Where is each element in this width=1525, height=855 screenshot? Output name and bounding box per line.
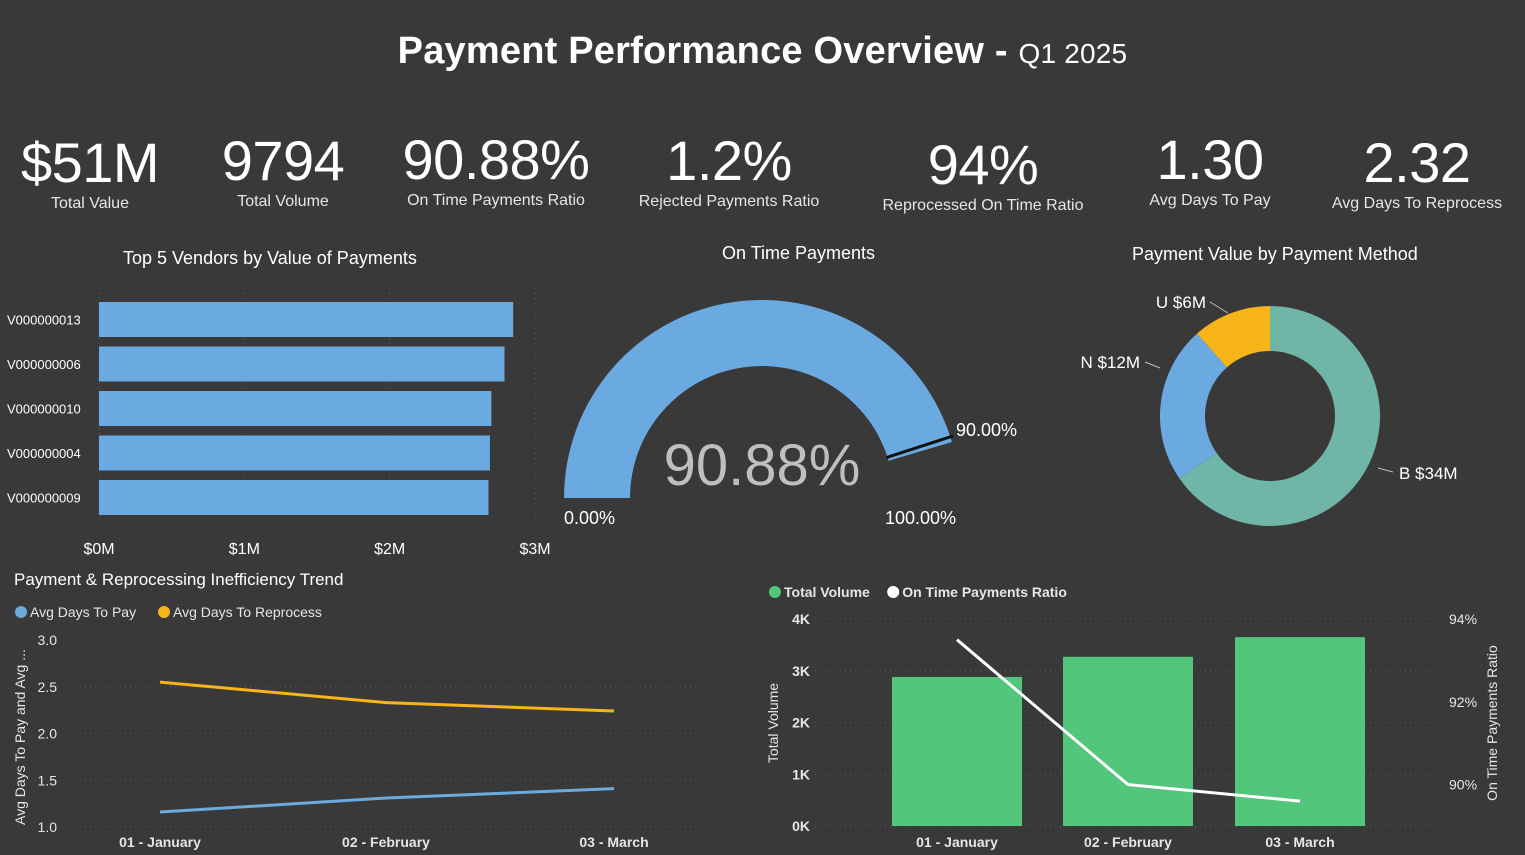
x-tick-label: 03 - March xyxy=(1265,834,1334,850)
vendors-chart-title: Top 5 Vendors by Value of Payments xyxy=(123,248,417,268)
y-tick-label: 1.5 xyxy=(38,772,58,788)
legend-marker xyxy=(887,586,900,598)
kpi-label: Total Volume xyxy=(237,193,329,210)
legend-label: Avg Days To Pay xyxy=(30,604,136,620)
donut-slice-label: N $12M xyxy=(1080,353,1140,372)
kpi-label: Avg Days To Reprocess xyxy=(1331,195,1503,212)
legend-marker xyxy=(15,606,27,618)
y-tick-label: 4K xyxy=(792,611,810,627)
kpi-total-value[interactable]: $51M Total Value xyxy=(10,133,170,213)
vendor-bar xyxy=(99,302,514,337)
page-title: Payment Performance Overview - Q1 2025 xyxy=(0,30,1525,73)
vendor-label: V000000010 xyxy=(7,402,81,417)
legend-marker xyxy=(769,586,781,598)
donut-slice-label: U $6M xyxy=(1156,293,1206,312)
legend-label: Total Volume xyxy=(784,584,870,600)
volume-bar xyxy=(1063,656,1193,826)
x-tick-label: $1M xyxy=(229,541,260,558)
kpi-label: Total Value xyxy=(51,195,129,212)
vendor-label: V000000009 xyxy=(7,491,81,506)
kpi-value: 9794 xyxy=(221,129,345,192)
legend-marker xyxy=(158,606,170,618)
kpi-value: 94% xyxy=(927,133,1039,196)
x-tick-label: $2M xyxy=(374,541,405,558)
kpi-value: 1.30 xyxy=(1156,128,1265,191)
vendor-bar xyxy=(99,435,490,471)
y-tick-label: 3.0 xyxy=(38,632,58,648)
kpi-avg-days-to-reprocess[interactable]: 2.32 Avg Days To Reprocess xyxy=(1322,133,1512,213)
vendor-bar xyxy=(99,391,492,426)
x-tick-label: 02 - February xyxy=(342,834,430,850)
kpi-value: 1.2% xyxy=(666,129,792,192)
y-tick-label: 2K xyxy=(792,715,810,731)
y-tick-label: 2.5 xyxy=(38,679,58,695)
kpi-reprocessed-ratio[interactable]: 94% Reprocessed On Time Ratio xyxy=(872,135,1094,215)
vendors-bar-chart[interactable]: $0M $1M $2M $3M V000000013 V000000006 V0000000… xyxy=(0,280,580,565)
x-tick-label: 01 - January xyxy=(119,834,201,850)
kpi-value: $51M xyxy=(20,131,160,194)
kpi-label: Rejected Payments Ratio xyxy=(638,193,820,210)
volume-ratio-combo-chart[interactable]: Total Volume On Time Payments Ratio 0K 1K 2K… xyxy=(755,578,1525,855)
title-main: Payment Performance Overview - xyxy=(397,30,1008,72)
series-line xyxy=(159,787,615,814)
y-tick-label: 0K xyxy=(792,818,810,834)
vendor-label: V000000004 xyxy=(7,446,81,461)
x-tick-label: 02 - February xyxy=(1084,834,1172,850)
inefficiency-trend-chart[interactable]: Avg Days To Pay Avg Days To Reprocess 1.0 1… xyxy=(0,595,720,855)
kpi-value: 90.88% xyxy=(402,128,590,191)
kpi-total-volume[interactable]: 9794 Total Volume xyxy=(203,131,363,211)
kpi-label: On Time Payments Ratio xyxy=(407,192,585,209)
y-axis-label: Avg Days To Pay and Avg ... xyxy=(12,649,28,825)
donut-leader-line xyxy=(1209,301,1229,314)
y-tick-label: 1K xyxy=(792,766,810,782)
kpi-label: Reprocessed On Time Ratio xyxy=(882,197,1084,214)
donut-leader-line xyxy=(1144,361,1161,369)
x-tick-label: $0M xyxy=(83,541,114,558)
vendor-bar xyxy=(99,480,489,515)
y-tick-label: 1.0 xyxy=(38,819,58,835)
on-time-gauge[interactable]: 90.88% 0.00% 100.00% 90.00% xyxy=(545,270,1045,540)
x-tick-label: 01 - January xyxy=(916,834,998,850)
kpi-rejected-ratio[interactable]: 1.2% Rejected Payments Ratio xyxy=(624,131,834,211)
y2-tick-label: 90% xyxy=(1449,777,1477,793)
y-axis-label: Total Volume xyxy=(765,683,781,763)
gauge-chart-title: On Time Payments xyxy=(722,243,876,263)
gauge-max-label: 100.00% xyxy=(885,508,956,528)
title-period: Q1 2025 xyxy=(1018,38,1128,69)
gauge-value: 90.88% xyxy=(664,433,861,498)
vendor-label: V000000006 xyxy=(7,357,81,372)
gauge-target-label: 90.00% xyxy=(956,420,1017,440)
kpi-value: 2.32 xyxy=(1363,131,1472,194)
donut-leader-line xyxy=(1377,467,1394,473)
y2-tick-label: 92% xyxy=(1449,694,1477,710)
kpi-on-time-ratio[interactable]: 90.88% On Time Payments Ratio xyxy=(386,130,606,210)
donut-slice-label: B $34M xyxy=(1399,464,1458,483)
x-tick-label: 03 - March xyxy=(579,834,648,850)
x-tick-label: $3M xyxy=(519,541,550,558)
volume-bar xyxy=(892,676,1022,826)
kpi-avg-days-to-pay[interactable]: 1.30 Avg Days To Pay xyxy=(1130,130,1290,210)
kpi-label: Avg Days To Pay xyxy=(1149,192,1271,209)
payment-method-donut[interactable]: B $34M N $12M U $6M xyxy=(1060,275,1500,555)
gauge-min-label: 0.00% xyxy=(564,508,615,528)
legend-label: On Time Payments Ratio xyxy=(902,584,1067,600)
y2-tick-label: 94% xyxy=(1449,611,1477,627)
vendor-label: V000000013 xyxy=(7,313,81,328)
vendor-bar xyxy=(99,346,505,382)
y2-axis-label: On Time Payments Ratio xyxy=(1484,645,1500,801)
legend-label: Avg Days To Reprocess xyxy=(173,604,322,620)
donut-chart-title: Payment Value by Payment Method xyxy=(1132,244,1418,264)
y-tick-label: 2.0 xyxy=(38,726,58,742)
trend-chart-title: Payment & Reprocessing Inefficiency Tren… xyxy=(14,570,344,589)
y-tick-label: 3K xyxy=(792,663,810,679)
